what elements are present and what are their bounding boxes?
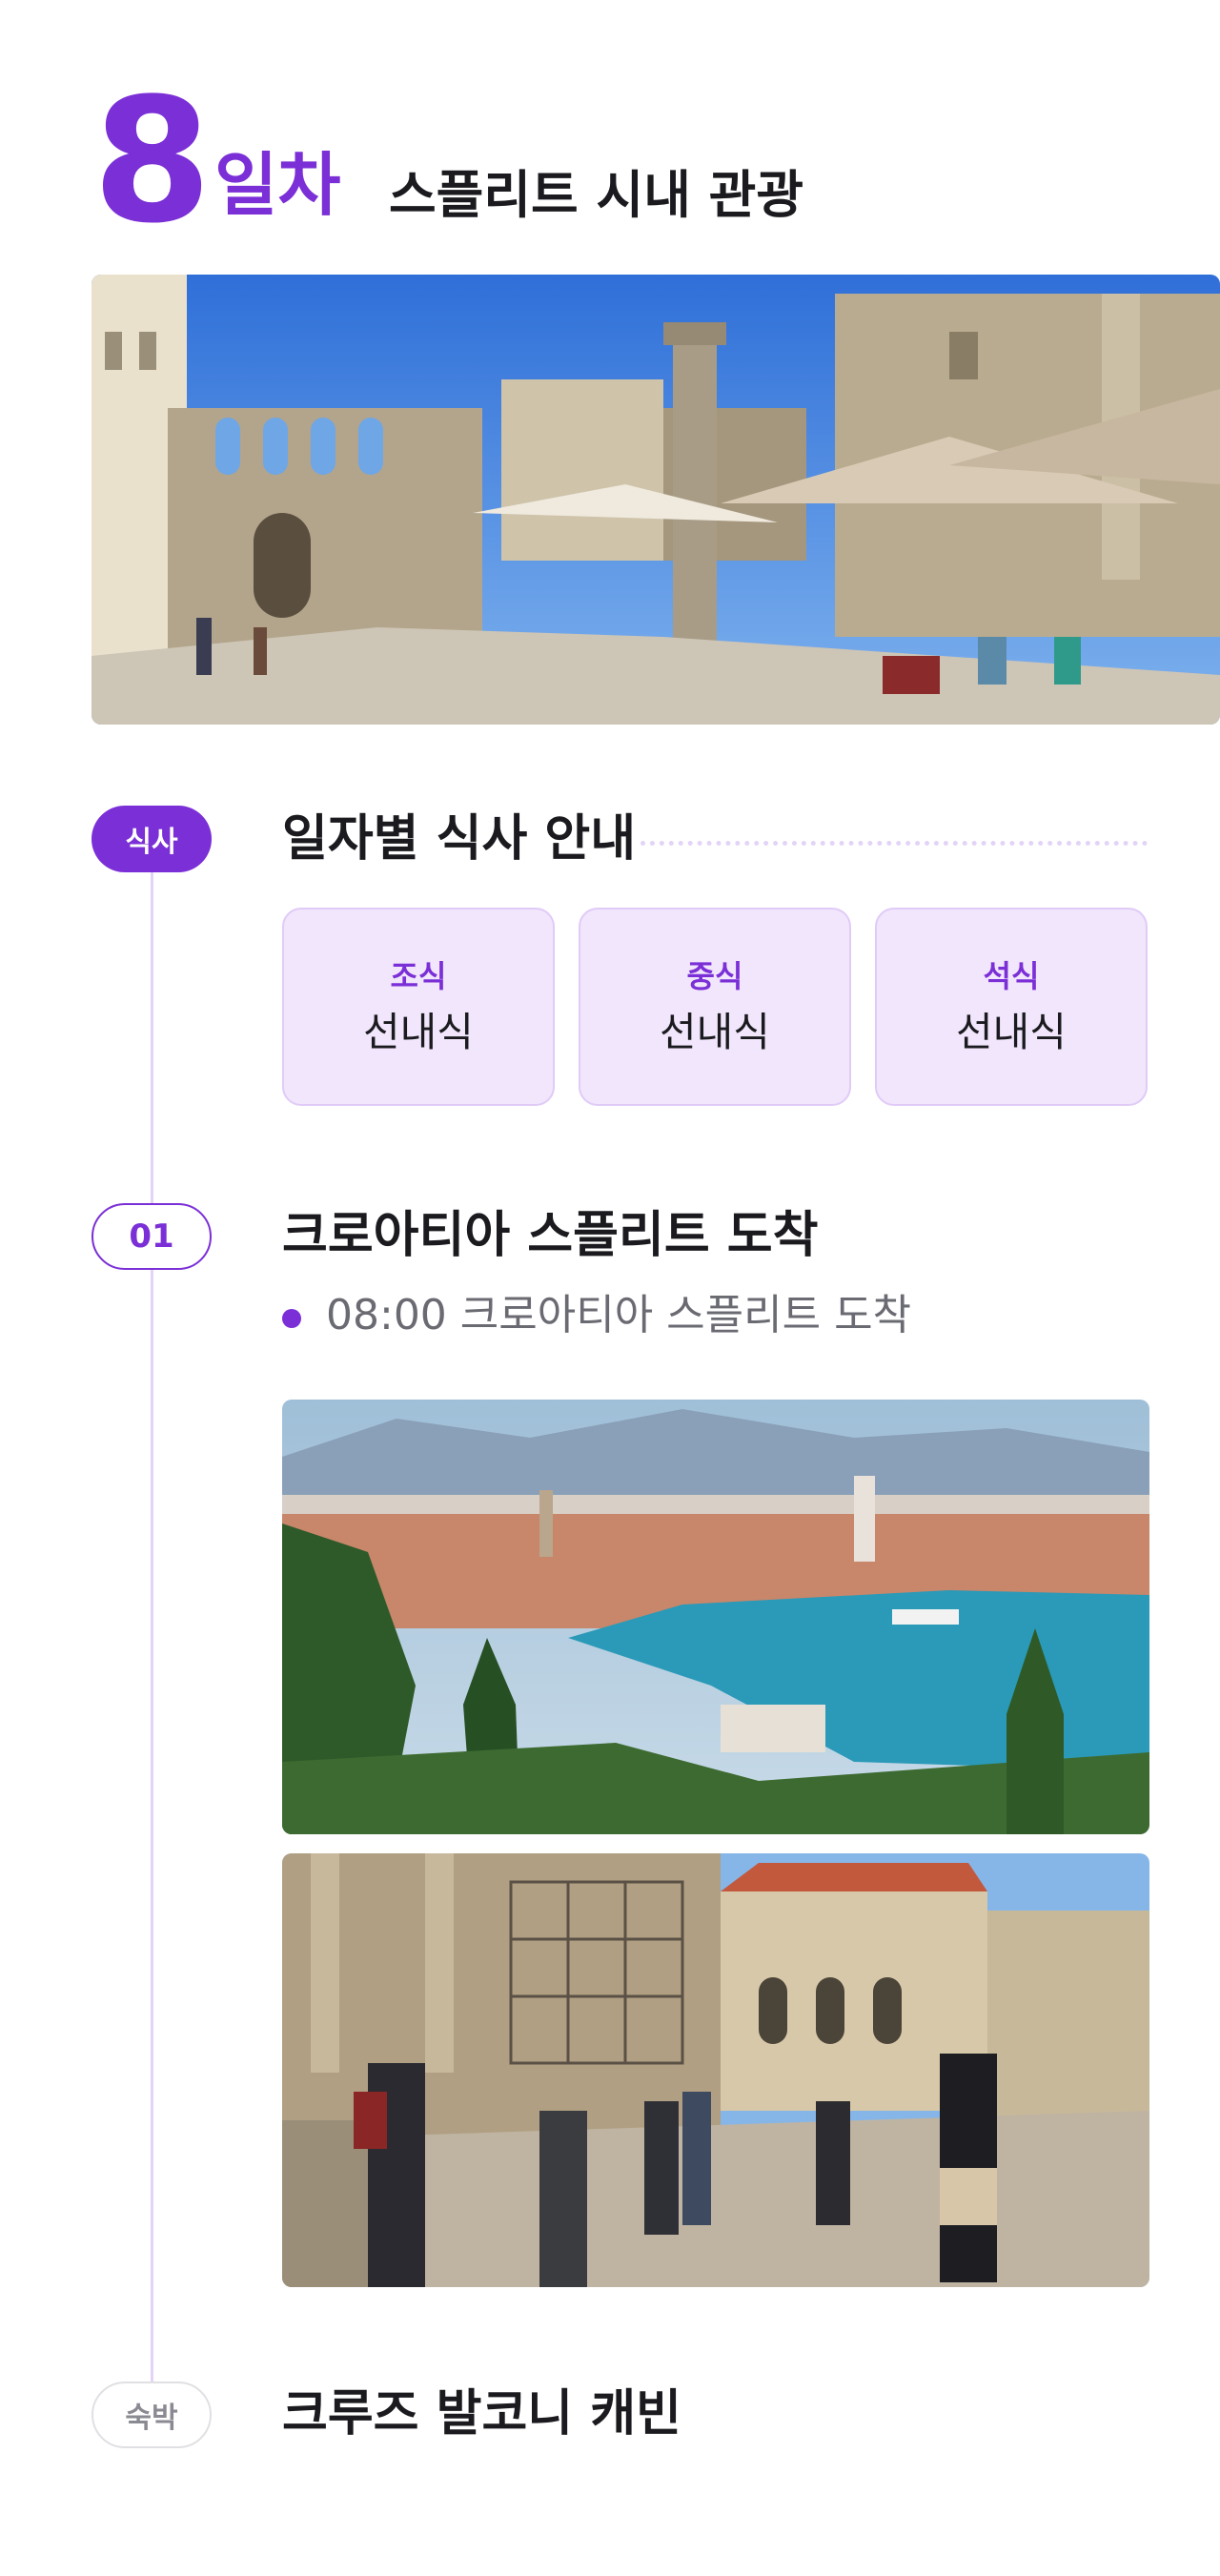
lodging-badge: 숙박 — [92, 2382, 212, 2448]
dotted-divider — [640, 841, 1148, 846]
meal-card-lunch: 중식 선내식 — [579, 908, 851, 1106]
day-title: 스플리트 시내 관광 — [389, 165, 804, 225]
lodging-title: 크루즈 발코니 캐빈 — [282, 2385, 681, 2443]
schedule-bullet: 08:00 크로아티아 스플리트 도착 — [326, 1291, 912, 1339]
meal-card-dinner: 석식 선내식 — [875, 908, 1148, 1106]
hero-photo — [92, 275, 1220, 725]
meal-badge: 식사 — [92, 806, 212, 872]
day-number: 8 — [92, 62, 212, 261]
meal-value: 선내식 — [956, 1009, 1067, 1055]
meal-value: 선내식 — [660, 1009, 770, 1055]
split-harbor-photo — [282, 1400, 1149, 1834]
meal-type: 조식 — [390, 958, 447, 994]
meal-section-title: 일자별 식사 안내 — [282, 810, 637, 868]
bullet-dot — [282, 1309, 301, 1328]
meal-card-breakfast: 조식 선내식 — [282, 908, 555, 1106]
meal-type: 석식 — [983, 958, 1040, 994]
schedule-title: 크로아티아 스플리트 도착 — [282, 1207, 819, 1264]
schedule-step-badge: 01 — [92, 1203, 212, 1270]
day-suffix: 일차 — [214, 145, 341, 225]
meal-type: 중식 — [686, 958, 743, 994]
meal-value: 선내식 — [363, 1009, 474, 1055]
palace-street-photo — [282, 1853, 1149, 2287]
timeline-line — [151, 872, 153, 2382]
